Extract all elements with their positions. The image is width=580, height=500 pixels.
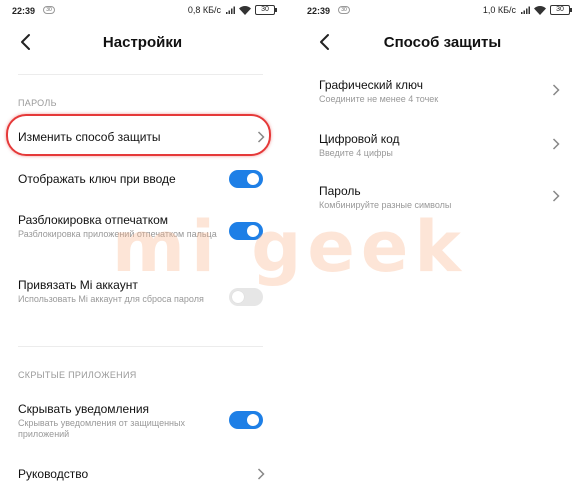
highlight-outline xyxy=(6,114,271,156)
row-subtitle: Скрывать уведомления от защищенных прило… xyxy=(18,418,185,439)
row-subtitle: Разблокировка приложений отпечатком паль… xyxy=(18,229,217,239)
settings-screen: 22:39 30 0,8 КБ/с 30 Настройки ПАРОЛЬ Из… xyxy=(0,0,285,500)
battery-icon: 30 xyxy=(550,5,572,15)
wifi-icon xyxy=(239,5,251,15)
pin-option[interactable]: Цифровой код Введите 4 цифры xyxy=(295,126,580,166)
chevron-right-icon xyxy=(552,138,560,150)
option-subtitle: Комбинируйте разные символы xyxy=(319,200,452,210)
page-title: Настройки xyxy=(102,34,183,51)
title-bar: Настройки xyxy=(0,22,285,62)
hide-notifications-toggle[interactable] xyxy=(229,411,263,429)
status-bar: 22:39 30 0,8 КБ/с 30 xyxy=(0,0,285,22)
guide-item[interactable]: Руководство xyxy=(0,458,285,488)
hide-notifications-item[interactable]: Скрывать уведомления Скрывать уведомлени… xyxy=(0,396,285,444)
page-title: Способ защиты xyxy=(383,34,502,51)
divider xyxy=(18,74,263,75)
status-bar: 22:39 30 1,0 КБ/с 30 xyxy=(295,0,580,22)
protection-method-screen: 22:39 30 1,0 КБ/с 30 Способ защиты Графи… xyxy=(295,0,580,500)
show-pattern-item[interactable]: Отображать ключ при вводе xyxy=(0,164,285,194)
chevron-right-icon xyxy=(257,468,265,480)
row-label: Разблокировка отпечатком xyxy=(18,213,168,227)
option-subtitle: Введите 4 цифры xyxy=(319,148,393,158)
row-label: Скрывать уведомления xyxy=(18,402,150,416)
option-title: Цифровой код xyxy=(319,132,400,146)
option-title: Графический ключ xyxy=(319,78,424,92)
row-subtitle: Использовать Mi аккаунт для сброса парол… xyxy=(18,294,204,304)
chevron-right-icon xyxy=(552,190,560,202)
row-label: Отображать ключ при вводе xyxy=(18,172,176,186)
section-header-hidden-apps: СКРЫТЫЕ ПРИЛОЖЕНИЯ xyxy=(18,370,137,380)
network-speed: 1,0 КБ/с xyxy=(482,5,516,15)
signal-icon xyxy=(226,6,235,14)
mi-account-item[interactable]: Привязать Mi аккаунт Использовать Mi акк… xyxy=(0,272,285,320)
signal-icon xyxy=(521,6,530,14)
network-speed: 0,8 КБ/с xyxy=(187,5,221,15)
status-time: 22:39 xyxy=(307,6,331,16)
divider xyxy=(18,346,263,347)
pattern-option[interactable]: Графический ключ Соедините не менее 4 то… xyxy=(295,72,580,112)
title-bar: Способ защиты xyxy=(295,22,580,62)
mi-account-toggle[interactable] xyxy=(229,288,263,306)
fingerprint-toggle[interactable] xyxy=(229,222,263,240)
battery-icon: 30 xyxy=(255,5,277,15)
fingerprint-unlock-item[interactable]: Разблокировка отпечатком Разблокировка п… xyxy=(0,208,285,256)
wifi-icon xyxy=(534,5,546,15)
row-label: Руководство xyxy=(18,467,89,481)
option-title: Пароль xyxy=(319,184,361,198)
notification-badge: 30 xyxy=(338,6,350,14)
notification-badge: 30 xyxy=(43,6,55,14)
option-subtitle: Соедините не менее 4 точек xyxy=(319,94,439,104)
password-option[interactable]: Пароль Комбинируйте разные символы xyxy=(295,178,580,218)
row-label: Привязать Mi аккаунт xyxy=(18,278,138,292)
status-time: 22:39 xyxy=(12,6,36,16)
show-pattern-toggle[interactable] xyxy=(229,170,263,188)
section-header-password: ПАРОЛЬ xyxy=(18,98,57,108)
chevron-right-icon xyxy=(552,84,560,96)
